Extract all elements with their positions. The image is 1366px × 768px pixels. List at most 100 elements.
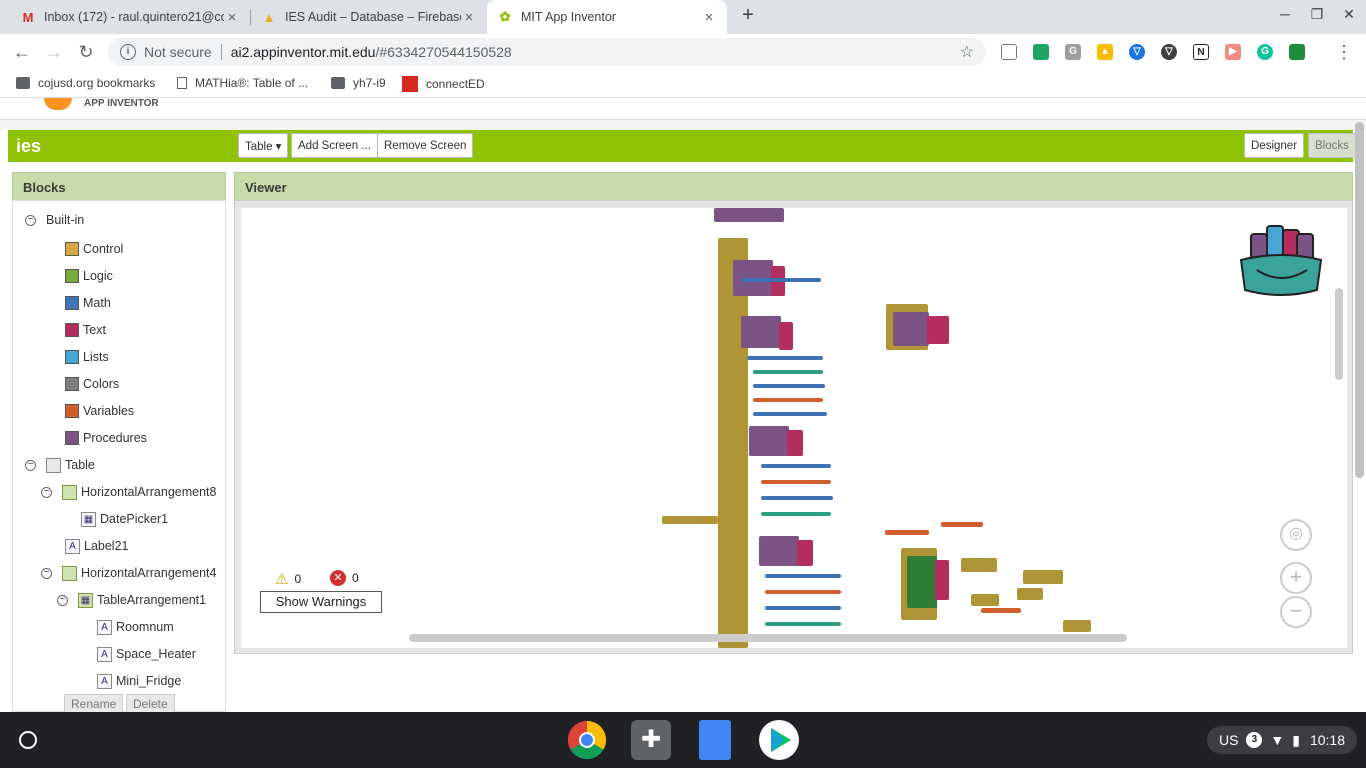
block-stack[interactable] xyxy=(714,208,784,222)
chrome-icon[interactable] xyxy=(567,720,607,760)
block[interactable] xyxy=(761,480,831,484)
block[interactable] xyxy=(747,356,823,360)
tree-horizontal-arrangement4[interactable]: − HorizontalArrangement4 xyxy=(41,562,217,584)
info-icon[interactable]: i xyxy=(120,44,136,60)
address-bar[interactable]: i Not secure ai2.appinventor.mit.edu/#63… xyxy=(108,38,986,66)
page-scrollbar[interactable] xyxy=(1355,122,1364,478)
new-tab-button[interactable]: + xyxy=(737,4,759,26)
recenter-icon[interactable]: ◎ xyxy=(1280,519,1312,551)
block[interactable] xyxy=(765,574,841,578)
drive-icon[interactable]: ▲ xyxy=(1097,44,1113,60)
block[interactable] xyxy=(662,516,718,524)
block[interactable] xyxy=(981,608,1021,613)
rename-button[interactable]: Rename xyxy=(64,694,124,712)
status-tray[interactable]: US 3 ▼ ▮ 10:18 xyxy=(1207,726,1357,754)
workspace-vertical-scrollbar[interactable] xyxy=(1335,288,1343,380)
backpack-icon[interactable] xyxy=(1237,220,1327,304)
forward-icon[interactable]: → xyxy=(42,40,66,64)
extension-dark-icon[interactable]: ▽ xyxy=(1161,44,1177,60)
back-icon[interactable]: ← xyxy=(10,40,34,64)
block[interactable] xyxy=(749,426,789,456)
tree-table[interactable]: − Table xyxy=(25,454,95,476)
bookmark-mathia[interactable]: MATHia®: Table of ... xyxy=(177,76,308,90)
menu-icon[interactable]: ⋮ xyxy=(1332,40,1356,64)
block[interactable] xyxy=(935,560,949,600)
category-lists[interactable]: Lists xyxy=(65,346,109,368)
extension-n-icon[interactable]: N xyxy=(1193,44,1209,60)
reload-icon[interactable]: ↻ xyxy=(74,40,98,64)
block[interactable] xyxy=(753,412,827,416)
block[interactable] xyxy=(779,322,793,350)
block-stack[interactable] xyxy=(718,238,748,648)
block[interactable] xyxy=(927,316,949,344)
block[interactable] xyxy=(765,590,841,594)
add-screen-button[interactable]: Add Screen ... xyxy=(291,133,378,158)
collapse-icon[interactable]: − xyxy=(25,459,36,471)
category-text[interactable]: Text xyxy=(65,319,106,341)
zoom-in-icon[interactable]: + xyxy=(1280,562,1312,594)
bookmark-connected[interactable]: connectED xyxy=(402,76,485,92)
extension-cast-icon[interactable] xyxy=(1289,44,1305,60)
block[interactable] xyxy=(1023,570,1063,584)
block[interactable] xyxy=(787,430,803,456)
block[interactable] xyxy=(885,530,929,535)
reader-icon[interactable] xyxy=(1001,44,1017,60)
block[interactable] xyxy=(961,558,997,572)
tab-app-inventor[interactable]: ✿ MIT App Inventor × xyxy=(487,0,727,34)
tab-firebase[interactable]: ▲ IES Audit – Database – Firebase × xyxy=(251,0,487,34)
block[interactable] xyxy=(765,622,841,626)
grammarly-icon[interactable]: G xyxy=(1257,44,1273,60)
block[interactable] xyxy=(907,556,937,608)
block[interactable] xyxy=(759,536,799,566)
category-control[interactable]: Control xyxy=(65,238,123,260)
zoom-out-icon[interactable]: − xyxy=(1280,596,1312,628)
tree-label21[interactable]: A Label21 xyxy=(65,535,129,557)
blocks-workspace[interactable]: ⚠ 0 ✕ 0 Show Warnings ◎ + − xyxy=(241,208,1347,648)
tab-gmail[interactable]: M Inbox (172) - raul.quintero21@co × xyxy=(10,0,250,34)
block[interactable] xyxy=(941,522,983,527)
classroom-icon[interactable] xyxy=(1033,44,1049,60)
tree-table-arrangement1[interactable]: − ▦ TableArrangement1 xyxy=(57,589,206,611)
blocks-button[interactable]: Blocks xyxy=(1308,133,1356,158)
block[interactable] xyxy=(761,464,831,468)
tree-datepicker1[interactable]: ▦ DatePicker1 xyxy=(81,508,168,530)
category-math[interactable]: Math xyxy=(65,292,111,314)
close-icon[interactable]: × xyxy=(461,9,477,26)
tree-roomnum[interactable]: A Roomnum xyxy=(97,616,174,638)
category-variables[interactable]: Variables xyxy=(65,400,134,422)
screen-dropdown[interactable]: Table ▾ xyxy=(238,133,289,158)
launcher-icon[interactable] xyxy=(19,731,37,749)
bookmark-star-icon[interactable]: ☆ xyxy=(960,42,974,62)
block[interactable] xyxy=(765,606,841,610)
block[interactable] xyxy=(753,398,823,402)
collapse-icon[interactable]: − xyxy=(25,214,36,226)
collapse-icon[interactable]: − xyxy=(57,594,68,606)
close-icon[interactable]: × xyxy=(224,9,240,26)
window-close-icon[interactable]: ✕ xyxy=(1334,6,1364,23)
block[interactable] xyxy=(761,496,833,500)
category-colors[interactable]: Colors xyxy=(65,373,119,395)
tree-mini-fridge[interactable]: A Mini_Fridge xyxy=(97,670,181,692)
block[interactable] xyxy=(761,512,831,516)
remove-screen-button[interactable]: Remove Screen xyxy=(377,133,474,158)
designer-button[interactable]: Designer xyxy=(1244,133,1305,158)
block[interactable] xyxy=(797,540,813,566)
collapse-icon[interactable]: − xyxy=(41,486,52,498)
block[interactable] xyxy=(893,312,929,346)
block[interactable] xyxy=(1017,588,1043,600)
extensions-app-icon[interactable]: ✚ xyxy=(631,720,671,760)
block[interactable] xyxy=(741,316,781,348)
block[interactable] xyxy=(753,370,823,374)
block[interactable] xyxy=(741,278,821,282)
extension-g-icon[interactable]: G xyxy=(1065,44,1081,60)
block[interactable] xyxy=(1063,620,1091,632)
block[interactable] xyxy=(753,384,825,388)
delete-button[interactable]: Delete xyxy=(126,694,175,712)
show-warnings-button[interactable]: Show Warnings xyxy=(260,591,382,613)
maximize-icon[interactable]: ❐ xyxy=(1302,6,1332,23)
tree-builtin[interactable]: − Built-in xyxy=(25,209,84,231)
tree-space-heater[interactable]: A Space_Heater xyxy=(97,643,196,665)
google-docs-icon[interactable] xyxy=(699,720,731,760)
bookmark-folder-cojusd[interactable]: cojusd.org bookmarks xyxy=(16,76,155,90)
block[interactable] xyxy=(971,594,999,606)
